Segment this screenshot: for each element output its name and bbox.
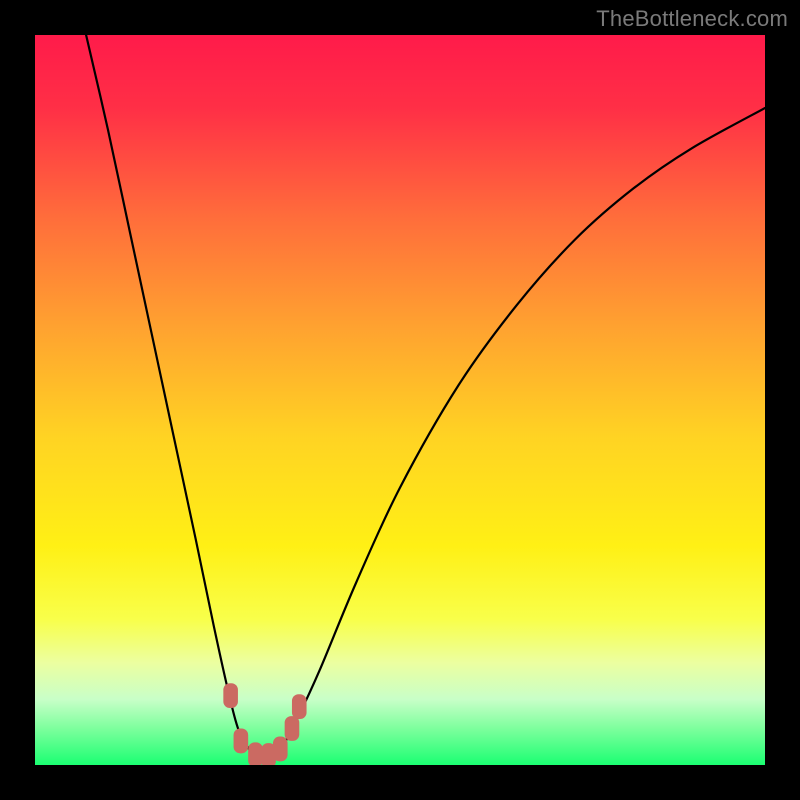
curve-marker	[223, 683, 238, 708]
curve-marker	[292, 694, 307, 719]
curve-marker	[273, 737, 288, 762]
chart-frame: TheBottleneck.com	[0, 0, 800, 800]
source-label: TheBottleneck.com	[596, 6, 788, 32]
curve-marker	[285, 716, 300, 741]
plot-area	[35, 35, 765, 765]
chart-svg	[35, 35, 765, 765]
curve-marker	[248, 742, 263, 765]
curve-marker	[234, 729, 249, 754]
gradient-background	[35, 35, 765, 765]
